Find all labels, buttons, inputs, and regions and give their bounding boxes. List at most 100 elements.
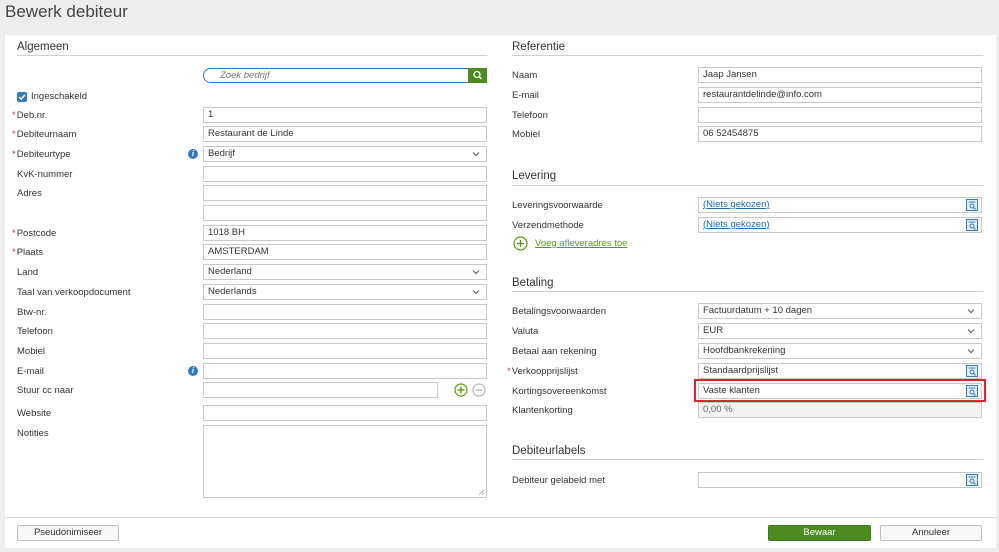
ref-email-input[interactable]: restaurantdelinde@info.com [698,87,982,103]
chevron-down-icon [967,329,975,334]
company-search [203,68,487,83]
ref-mobile-input[interactable]: 06 52454875 [698,126,982,142]
discount-agreement-value: Vaste klanten [703,385,760,396]
pay-account-select[interactable]: Hoofdbankrekening [698,343,982,359]
website-label: Website [17,408,52,419]
city-label-text: Plaats [16,247,44,258]
section-title-general: Algemeen [17,41,69,53]
section-divider [512,55,983,56]
chevron-down-icon [967,349,975,354]
section-title-delivery: Levering [512,170,557,182]
delivery-terms-lookup[interactable]: (Niets gekozen) [698,197,982,213]
ref-name-label: Naam [512,70,538,81]
delivery-terms-label: Leveringsvoorwaarde [512,200,603,211]
tagged-with-label: Debiteur gelabeld met [512,475,605,486]
currency-value: EUR [703,325,724,336]
lookup-icon[interactable] [966,474,978,486]
address-line2-input[interactable] [203,205,487,221]
form-card: Algemeen Ingeschakeld *Deb.nr. 1 *Debite… [5,35,996,517]
debtor-type-value: Bedrijf [208,148,235,159]
ref-email-label: E-mail [512,90,539,101]
price-list-value: Standaardprijslijst [703,365,778,376]
notes-label: Notities [17,428,49,439]
section-divider [17,55,487,56]
vat-input[interactable] [203,304,487,320]
postcode-label: *Postcode [12,228,57,239]
ref-name-input[interactable]: Jaap Jansen [698,67,982,83]
page-title: Bewerk debiteur [5,2,128,21]
shipping-method-value[interactable]: (Niets gekozen) [703,219,770,230]
resize-handle-icon[interactable] [478,489,485,496]
section-title-payment: Betaling [512,277,554,289]
price-list-label-text: Verkoopprijslijst [511,366,578,377]
deb-nr-label-text: Deb.nr. [16,110,48,121]
info-icon[interactable]: i [188,149,198,159]
payment-terms-value: Factuurdatum + 10 dagen [703,305,813,316]
address-line1-input[interactable] [203,185,487,201]
chevron-down-icon [472,270,480,275]
add-address-icon[interactable] [513,236,528,251]
shipping-method-label: Verzendmethode [512,220,584,231]
lookup-icon[interactable] [966,385,978,397]
currency-select[interactable]: EUR [698,323,982,339]
currency-label: Valuta [512,326,539,337]
city-label: *Plaats [12,247,44,258]
discount-agreement-lookup[interactable]: Vaste klanten [698,383,982,399]
language-value: Nederlands [208,286,257,297]
pay-account-value: Hoofdbankrekening [703,345,786,356]
ref-phone-input[interactable] [698,107,982,123]
mobile-label: Mobiel [17,346,45,357]
phone-input[interactable] [203,323,487,339]
shipping-method-lookup[interactable]: (Niets gekozen) [698,217,982,233]
save-button[interactable]: Bewaar [768,525,871,541]
pseudonymize-button[interactable]: Pseudonimiseer [17,525,119,541]
country-value: Nederland [208,266,252,277]
footer-bar: Pseudonimiseer Bewaar Annuleer [5,518,996,548]
payment-terms-select[interactable]: Factuurdatum + 10 dagen [698,303,982,319]
price-list-label: *Verkoopprijslijst [507,366,578,377]
cc-input[interactable] [203,382,438,398]
section-title-labels: Debiteurlabels [512,445,586,457]
language-select[interactable]: Nederlands [203,284,487,300]
email-input[interactable] [203,363,487,379]
price-list-lookup[interactable]: Standaardprijslijst [698,363,982,379]
phone-label: Telefoon [17,326,53,337]
enabled-checkbox[interactable] [17,92,27,102]
kvk-input[interactable] [203,166,487,182]
search-button[interactable] [468,68,487,83]
notes-textarea[interactable] [203,425,487,498]
cc-label: Stuur cc naar [17,385,74,396]
language-label: Taal van verkoopdocument [17,287,131,298]
debtor-name-input[interactable]: Restaurant de Linde [203,126,487,142]
pay-account-label: Betaal aan rekening [512,346,597,357]
add-cc-icon[interactable] [454,383,468,397]
cancel-button[interactable]: Annuleer [880,525,982,541]
lookup-icon[interactable] [966,199,978,211]
info-icon[interactable]: i [188,366,198,376]
postcode-input[interactable]: 1018 BH [203,225,487,241]
lookup-icon[interactable] [966,365,978,377]
discount-agreement-label: Kortingsovereenkomst [512,386,607,397]
country-select[interactable]: Nederland [203,264,487,280]
city-input[interactable]: AMSTERDAM [203,244,487,260]
remove-cc-icon[interactable] [472,383,486,397]
email-label: E-mail [17,366,44,377]
deb-nr-input[interactable]: 1 [203,107,487,123]
chevron-down-icon [472,152,480,157]
add-delivery-address-link[interactable]: Voeg afleveradres toe [535,238,627,250]
debtor-type-select[interactable]: Bedrijf [203,146,487,162]
section-divider [512,459,983,460]
mobile-input[interactable] [203,343,487,359]
section-divider [512,291,983,292]
delivery-terms-value[interactable]: (Niets gekozen) [703,199,770,210]
ref-mobile-label: Mobiel [512,129,540,140]
customer-discount-value: 0,00 % [698,402,982,418]
company-search-input[interactable] [203,68,469,83]
tagged-with-lookup[interactable] [698,472,982,488]
vat-label: Btw-nr. [17,307,47,318]
kvk-label: KvK-nummer [17,169,73,180]
address-label: Adres [17,188,42,199]
website-input[interactable] [203,405,487,421]
chevron-down-icon [967,309,975,314]
lookup-icon[interactable] [966,219,978,231]
